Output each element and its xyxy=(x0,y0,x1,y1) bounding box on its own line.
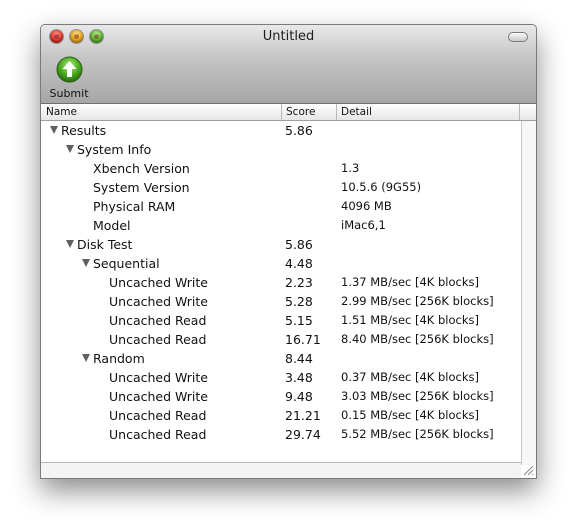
table-row[interactable]: Disk Test 5.86 xyxy=(41,235,521,254)
row-detail: 2.99 MB/sec [256K blocks] xyxy=(341,294,494,308)
row-detail: iMac6,1 xyxy=(341,218,386,232)
disclosure-triangle-icon[interactable] xyxy=(50,126,58,134)
row-detail: 0.37 MB/sec [4K blocks] xyxy=(341,370,479,384)
row-detail: 5.52 MB/sec [256K blocks] xyxy=(341,427,494,441)
table-body: Results 5.86 System Info Xbench Version 1.3 S… xyxy=(41,121,521,461)
row-name: Uncached Write xyxy=(109,370,208,385)
row-name: Results xyxy=(61,123,107,138)
column-header-name[interactable]: Name xyxy=(46,104,77,120)
row-detail: 8.40 MB/sec [256K blocks] xyxy=(341,332,494,346)
row-name: Uncached Write xyxy=(109,294,208,309)
row-name: Uncached Read xyxy=(109,427,207,442)
row-name: Model xyxy=(93,218,131,233)
column-header-score[interactable]: Score xyxy=(286,104,315,120)
row-name: System Version xyxy=(93,180,190,195)
window-title: Untitled xyxy=(262,29,315,44)
table-row[interactable]: System Version 10.5.6 (9G55) xyxy=(41,178,521,197)
row-score: 9.48 xyxy=(285,389,313,404)
row-detail: 1.37 MB/sec [4K blocks] xyxy=(341,275,479,289)
row-score: 8.44 xyxy=(285,351,313,366)
row-name: System Info xyxy=(77,142,152,157)
table-row[interactable]: Physical RAM 4096 MB xyxy=(41,197,521,216)
submit-button[interactable]: Submit xyxy=(47,55,91,101)
row-score: 16.71 xyxy=(285,332,321,347)
disclosure-triangle-icon[interactable] xyxy=(82,259,90,267)
row-name: Disk Test xyxy=(77,237,133,252)
table-row[interactable]: Uncached Write 5.28 2.99 MB/sec [256K bloc… xyxy=(41,292,521,311)
arrow-up-icon xyxy=(56,56,83,83)
toolbar-toggle-button[interactable] xyxy=(508,32,528,42)
table-header: Name Score Detail xyxy=(41,104,536,121)
row-score: 29.74 xyxy=(285,427,321,442)
app-window: Untitled Submit Name Score Detail Result… xyxy=(40,24,537,479)
table-row[interactable]: Random 8.44 xyxy=(41,349,521,368)
row-score: 5.15 xyxy=(285,313,313,328)
disclosure-triangle-icon[interactable] xyxy=(66,145,74,153)
row-detail: 1.51 MB/sec [4K blocks] xyxy=(341,313,479,327)
table-row[interactable]: Sequential 4.48 xyxy=(41,254,521,273)
column-divider[interactable] xyxy=(336,104,337,120)
table-row[interactable]: Uncached Write 2.23 1.37 MB/sec [4K blocks… xyxy=(41,273,521,292)
row-name: Uncached Write xyxy=(109,389,208,404)
row-name: Uncached Read xyxy=(109,313,207,328)
table-row[interactable]: System Info xyxy=(41,140,521,159)
column-divider[interactable] xyxy=(519,104,520,120)
table-row[interactable]: Uncached Write 9.48 3.03 MB/sec [256K bloc… xyxy=(41,387,521,406)
column-header-detail[interactable]: Detail xyxy=(341,104,372,120)
table-row[interactable]: Uncached Write 3.48 0.37 MB/sec [4K blocks… xyxy=(41,368,521,387)
row-detail: 3.03 MB/sec [256K blocks] xyxy=(341,389,494,403)
vertical-scrollbar[interactable] xyxy=(521,121,536,465)
submit-label: Submit xyxy=(49,87,89,100)
table-row[interactable]: Results 5.86 xyxy=(41,121,521,140)
row-score: 2.23 xyxy=(285,275,313,290)
row-score: 5.86 xyxy=(285,123,313,138)
table-row[interactable]: Uncached Read 5.15 1.51 MB/sec [4K blocks] xyxy=(41,311,521,330)
row-score: 4.48 xyxy=(285,256,313,271)
disclosure-triangle-icon[interactable] xyxy=(82,354,90,362)
row-name: Uncached Read xyxy=(109,408,207,423)
title-bar[interactable]: Untitled Submit xyxy=(41,25,536,104)
row-detail: 10.5.6 (9G55) xyxy=(341,180,422,194)
row-name: Sequential xyxy=(93,256,160,271)
row-score: 5.28 xyxy=(285,294,313,309)
row-name: Uncached Write xyxy=(109,275,208,290)
table-row[interactable]: Xbench Version 1.3 xyxy=(41,159,521,178)
results-table: Name Score Detail Results 5.86 System Info… xyxy=(41,104,536,478)
row-name: Random xyxy=(93,351,145,366)
row-name: Xbench Version xyxy=(93,161,190,176)
table-row[interactable]: Uncached Read 29.74 5.52 MB/sec [256K bloc… xyxy=(41,425,521,444)
row-name: Physical RAM xyxy=(93,199,176,214)
row-detail: 0.15 MB/sec [4K blocks] xyxy=(341,408,479,422)
table-row[interactable]: Model iMac6,1 xyxy=(41,216,521,235)
row-detail: 1.3 xyxy=(341,161,360,175)
row-score: 3.48 xyxy=(285,370,313,385)
resize-grip-icon[interactable] xyxy=(522,464,534,476)
column-divider[interactable] xyxy=(281,104,282,120)
table-row[interactable]: Uncached Read 21.21 0.15 MB/sec [4K blocks… xyxy=(41,406,521,425)
disclosure-triangle-icon[interactable] xyxy=(66,240,74,248)
table-row[interactable]: Uncached Read 16.71 8.40 MB/sec [256K bloc… xyxy=(41,330,521,349)
row-score: 21.21 xyxy=(285,408,321,423)
horizontal-scrollbar[interactable] xyxy=(41,462,521,478)
row-score: 5.86 xyxy=(285,237,313,252)
row-name: Uncached Read xyxy=(109,332,207,347)
row-detail: 4096 MB xyxy=(341,199,392,213)
